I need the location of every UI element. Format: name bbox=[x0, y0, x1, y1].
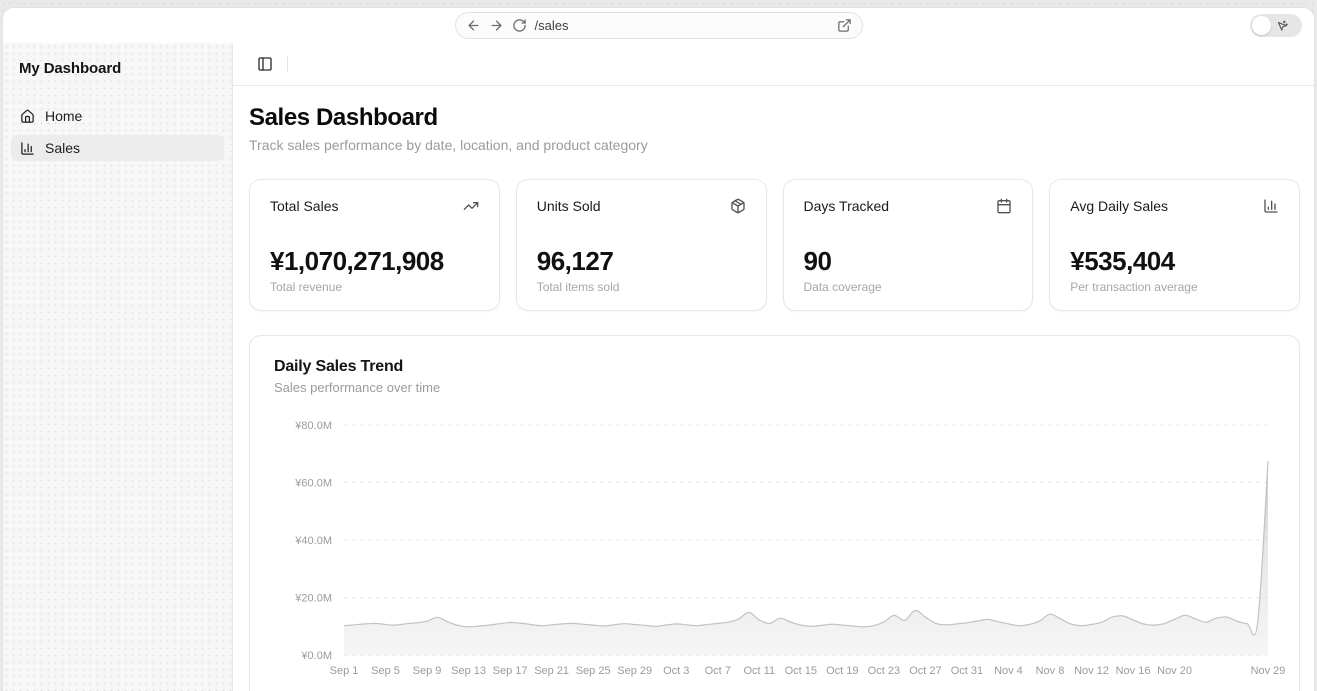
url-text: /sales bbox=[535, 18, 829, 33]
package-icon bbox=[730, 198, 746, 214]
url-bar[interactable]: /sales bbox=[455, 12, 863, 39]
home-icon bbox=[20, 109, 35, 124]
x-axis-tick: Sep 1 bbox=[330, 665, 359, 677]
stat-card-caption: Total revenue bbox=[270, 280, 479, 294]
sidebar: My Dashboard Home Sales bbox=[3, 43, 233, 691]
app-window: /sales My Dashboard Home Sales bbox=[2, 7, 1315, 691]
x-axis-tick: Oct 23 bbox=[868, 665, 900, 677]
daily-sales-trend-chart[interactable]: ¥0.0M ¥20.0M ¥40.0M ¥60.0M ¥80.0M Sep 1 Sep 5 S… bbox=[274, 415, 1283, 677]
trending-up-icon bbox=[463, 198, 479, 214]
x-axis-tick: Nov 20 bbox=[1157, 665, 1192, 677]
x-axis-tick: Oct 11 bbox=[743, 665, 775, 677]
chart-column-icon bbox=[20, 141, 35, 156]
stat-card-label: Total Sales bbox=[270, 198, 338, 214]
chart-subtitle: Sales performance over time bbox=[274, 380, 1275, 395]
x-axis-tick: Sep 5 bbox=[371, 665, 400, 677]
x-axis-tick: Oct 27 bbox=[909, 665, 941, 677]
page-subtitle: Track sales performance by date, locatio… bbox=[249, 137, 1300, 153]
y-axis-tick: ¥0.0M bbox=[300, 650, 332, 662]
page: { "browser": { "url": "/sales", "icons":… bbox=[0, 7, 1317, 691]
stat-card-caption: Per transaction average bbox=[1070, 280, 1279, 294]
stat-card: Total Sales ¥1,070,271,908 Total revenue bbox=[249, 179, 500, 311]
stat-card: Units Sold 96,127 Total items sold bbox=[516, 179, 767, 311]
x-axis-tick: Sep 29 bbox=[617, 665, 652, 677]
stat-card-value: 90 bbox=[804, 246, 1013, 277]
x-axis-tick: Oct 3 bbox=[663, 665, 689, 677]
toolbar-divider bbox=[287, 56, 288, 72]
sidebar-item-home[interactable]: Home bbox=[11, 103, 224, 129]
calendar-icon bbox=[996, 198, 1012, 214]
back-icon[interactable] bbox=[466, 18, 481, 33]
x-axis-tick: Sep 17 bbox=[493, 665, 528, 677]
sidebar-item-sales[interactable]: Sales bbox=[11, 135, 224, 161]
stat-card-caption: Data coverage bbox=[804, 280, 1013, 294]
x-axis-tick: Nov 12 bbox=[1074, 665, 1109, 677]
y-axis-tick: ¥80.0M bbox=[294, 420, 332, 432]
x-axis-tick: Oct 15 bbox=[785, 665, 817, 677]
external-link-icon[interactable] bbox=[837, 18, 852, 33]
page-content: Sales Dashboard Track sales performance … bbox=[233, 86, 1314, 691]
x-axis-tick: Sep 21 bbox=[534, 665, 569, 677]
y-axis-tick: ¥60.0M bbox=[294, 478, 332, 490]
stat-card: Days Tracked 90 Data coverage bbox=[783, 179, 1034, 311]
x-axis-tick: Sep 9 bbox=[413, 665, 442, 677]
stat-card-value: 96,127 bbox=[537, 246, 746, 277]
y-axis-tick: ¥40.0M bbox=[294, 535, 332, 547]
x-axis-tick: Oct 31 bbox=[951, 665, 983, 677]
stat-card-value: ¥1,070,271,908 bbox=[270, 246, 479, 277]
stat-cards: Total Sales ¥1,070,271,908 Total revenue… bbox=[249, 179, 1300, 311]
stat-card-label: Days Tracked bbox=[804, 198, 890, 214]
sidebar-nav: Home Sales bbox=[11, 103, 224, 161]
stat-card: Avg Daily Sales ¥535,404 Per transaction… bbox=[1049, 179, 1300, 311]
browser-topbar: /sales bbox=[3, 8, 1314, 43]
x-axis-tick: Nov 8 bbox=[1036, 665, 1065, 677]
x-axis-tick: Sep 13 bbox=[451, 665, 486, 677]
x-axis-tick: Sep 25 bbox=[576, 665, 611, 677]
page-title: Sales Dashboard bbox=[249, 104, 1300, 132]
y-axis-tick: ¥20.0M bbox=[294, 593, 332, 605]
bar-chart-icon bbox=[1263, 198, 1279, 214]
chart-card: Daily Sales Trend Sales performance over… bbox=[249, 335, 1300, 691]
x-axis-tick: Nov 29 bbox=[1251, 665, 1286, 677]
stat-card-label: Units Sold bbox=[537, 198, 601, 214]
x-axis-tick: Oct 19 bbox=[826, 665, 858, 677]
stat-card-label: Avg Daily Sales bbox=[1070, 198, 1168, 214]
sidebar-title: My Dashboard bbox=[11, 60, 224, 77]
ai-cursor-toggle[interactable] bbox=[1250, 14, 1302, 37]
panel-left-icon[interactable] bbox=[257, 56, 273, 72]
reload-icon[interactable] bbox=[512, 18, 527, 33]
stat-card-value: ¥535,404 bbox=[1070, 246, 1279, 277]
forward-icon[interactable] bbox=[489, 18, 504, 33]
toggle-knob bbox=[1252, 16, 1271, 35]
main-toolbar bbox=[233, 43, 1314, 86]
x-axis-tick: Nov 4 bbox=[994, 665, 1023, 677]
ai-cursor-icon bbox=[1275, 19, 1289, 33]
x-axis-tick: Oct 7 bbox=[705, 665, 731, 677]
x-axis-tick: Nov 16 bbox=[1116, 665, 1151, 677]
stat-card-caption: Total items sold bbox=[537, 280, 746, 294]
area-line bbox=[344, 461, 1268, 635]
main-area: Sales Dashboard Track sales performance … bbox=[233, 43, 1314, 691]
chart-title: Daily Sales Trend bbox=[274, 358, 1275, 376]
app-body: My Dashboard Home Sales Sales Dashboard … bbox=[3, 43, 1314, 691]
